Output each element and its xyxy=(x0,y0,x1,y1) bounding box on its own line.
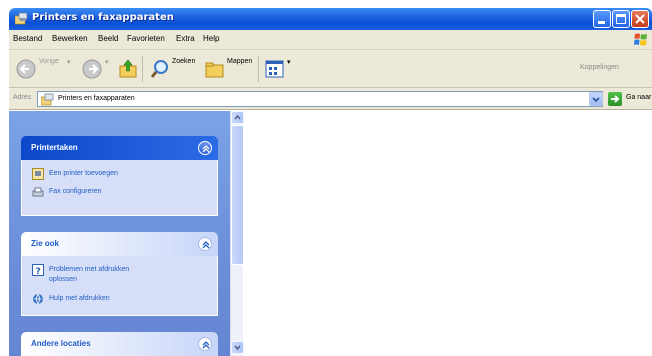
menu-beeld[interactable]: Beeld xyxy=(98,34,118,43)
back-button-label[interactable]: Vorige xyxy=(39,58,59,65)
up-folder-icon[interactable] xyxy=(117,57,139,81)
link-text[interactable]: Hulp met afdrukken xyxy=(49,294,110,304)
add-printer-icon xyxy=(32,168,44,180)
panel-title: Printertaken xyxy=(31,143,78,152)
panel-andere-locaties: Andere locaties xyxy=(21,332,218,356)
views-icon[interactable] xyxy=(264,57,286,81)
svg-text:?: ? xyxy=(36,267,41,276)
menu-favorieten[interactable]: Favorieten xyxy=(127,34,165,43)
panel-zie-ook: Zie ook ? Problemen met afdrukken oploss… xyxy=(21,232,218,316)
forward-dropdown-icon[interactable]: ▾ xyxy=(105,58,109,66)
minimize-button[interactable] xyxy=(593,10,611,28)
panel-header-andere-locaties[interactable]: Andere locaties xyxy=(21,332,218,356)
search-button-label[interactable]: Zoeken xyxy=(172,58,195,65)
scroll-up-button[interactable] xyxy=(231,111,244,124)
views-dropdown-icon[interactable]: ▾ xyxy=(287,58,291,66)
menu-extra[interactable]: Extra xyxy=(176,34,195,43)
address-value: Printers en faxapparaten xyxy=(58,95,135,102)
link-text[interactable]: Fax configureren xyxy=(49,187,102,197)
maximize-button[interactable] xyxy=(612,10,630,28)
forward-arrow-icon[interactable] xyxy=(81,57,103,81)
panel-header-printertaken[interactable]: Printertaken xyxy=(21,136,218,160)
panel-printertaken: Printertaken Een printer toevoegen Fax c… xyxy=(21,136,218,216)
chevron-down-icon xyxy=(234,345,241,351)
menu-bewerken[interactable]: Bewerken xyxy=(52,34,88,43)
chevron-down-icon xyxy=(592,97,600,103)
go-arrow-icon[interactable] xyxy=(608,92,622,106)
panel-body: ? Problemen met afdrukken oplossen Hulp … xyxy=(21,256,218,316)
help-question-icon: ? xyxy=(32,264,44,276)
title-bar[interactable]: Printers en faxapparaten xyxy=(9,8,652,30)
printer-folder-icon xyxy=(41,93,54,106)
panel-body: Een printer toevoegen Fax configureren xyxy=(21,160,218,216)
menu-bestand[interactable]: Bestand xyxy=(13,34,42,43)
scroll-thumb[interactable] xyxy=(231,125,244,265)
panel-header-zie-ook[interactable]: Zie ook xyxy=(21,232,218,256)
folders-icon[interactable] xyxy=(204,57,226,81)
maximize-icon xyxy=(616,14,626,24)
link-text[interactable]: Een printer toevoegen xyxy=(49,169,118,179)
task-pane: Printertaken Een printer toevoegen Fax c… xyxy=(9,111,230,356)
help-globe-icon xyxy=(33,293,43,305)
address-label: Adres xyxy=(13,94,32,101)
links-toolbar-label[interactable]: Koppelingen xyxy=(580,64,619,71)
panel-title: Zie ook xyxy=(31,239,60,248)
collapse-chevron-icon[interactable] xyxy=(198,141,212,155)
folder-content-area[interactable] xyxy=(244,111,652,356)
menu-help[interactable]: Help xyxy=(203,34,219,43)
minimize-icon xyxy=(598,21,605,24)
back-arrow-icon[interactable] xyxy=(15,57,37,81)
close-icon xyxy=(635,14,645,24)
windows-flag-icon xyxy=(634,33,647,46)
standard-toolbar: Vorige ▾ ▾ Zoeken Mappen ▾ Koppelingen xyxy=(9,50,652,88)
address-dropdown-button[interactable] xyxy=(589,92,603,106)
chevron-up-icon xyxy=(234,114,241,120)
scroll-down-button[interactable] xyxy=(231,341,244,354)
go-button-label[interactable]: Ga naar xyxy=(626,94,651,101)
collapse-chevron-icon[interactable] xyxy=(198,237,212,251)
panel-title: Andere locaties xyxy=(31,339,91,348)
link-text[interactable]: Problemen met afdrukken oplossen xyxy=(49,265,141,285)
address-input[interactable]: Printers en faxapparaten xyxy=(37,91,603,107)
menu-bar: Bestand Bewerken Beeld Favorieten Extra … xyxy=(9,30,652,50)
fax-icon xyxy=(32,187,44,197)
address-bar: Adres Printers en faxapparaten Ga naar xyxy=(9,88,652,110)
window-title: Printers en faxapparaten xyxy=(32,12,174,23)
collapse-chevron-icon[interactable] xyxy=(198,337,212,351)
printer-folder-icon xyxy=(15,12,28,25)
explorer-window: Printers en faxapparaten Bestand Bewerke… xyxy=(9,8,652,356)
search-icon[interactable] xyxy=(149,57,171,81)
back-dropdown-icon[interactable]: ▾ xyxy=(67,58,71,66)
folders-button-label[interactable]: Mappen xyxy=(227,58,252,65)
task-pane-scrollbar[interactable] xyxy=(230,111,244,356)
close-button[interactable] xyxy=(631,10,649,28)
